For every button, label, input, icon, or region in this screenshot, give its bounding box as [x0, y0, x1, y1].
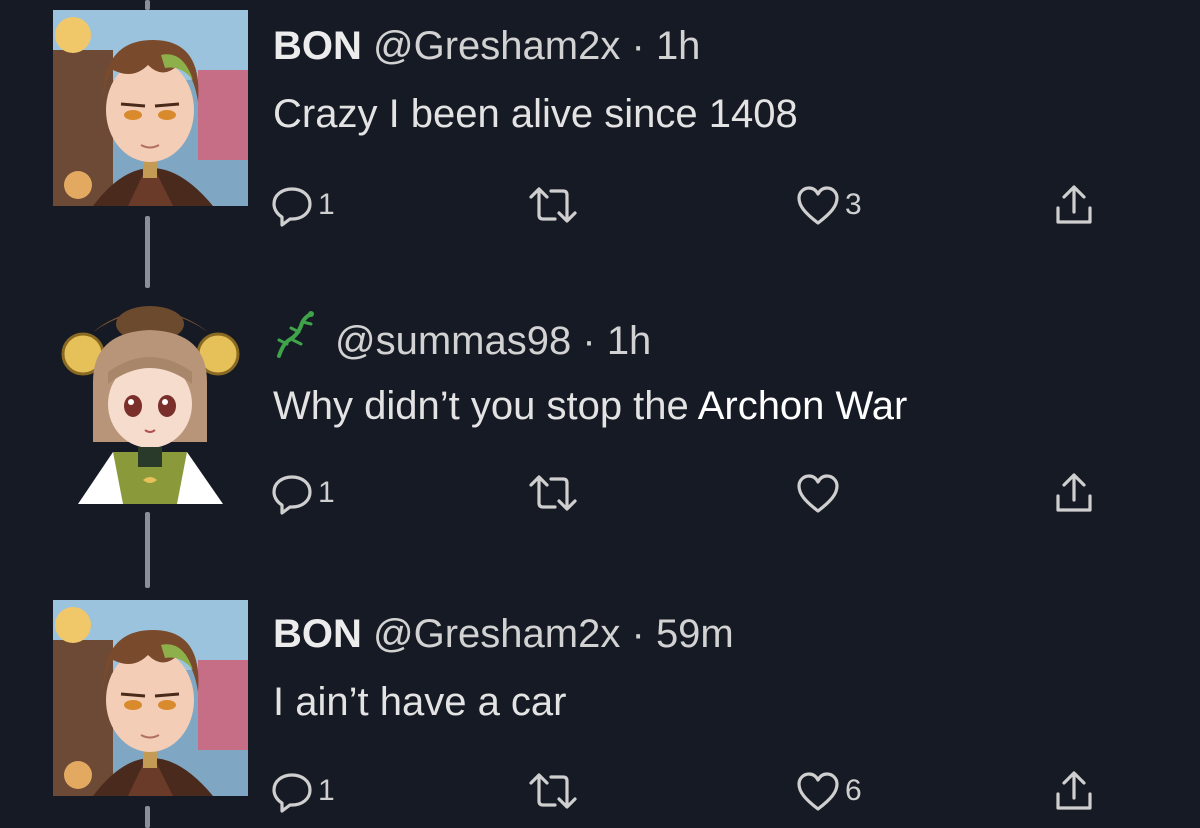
share-button[interactable]: [1052, 180, 1096, 230]
heart-icon: [795, 769, 841, 813]
action-bar: 1 6: [270, 766, 1150, 816]
share-button[interactable]: [1052, 468, 1096, 518]
retweet-icon: [525, 769, 581, 813]
retweet-button[interactable]: [525, 180, 585, 230]
like-count: 3: [845, 188, 862, 221]
handle[interactable]: @summas98: [335, 319, 571, 363]
retweet-icon: [525, 183, 581, 227]
avatar-bon[interactable]: [53, 600, 248, 796]
reply-count: 1: [318, 774, 335, 807]
share-icon: [1052, 470, 1096, 516]
tweet-header: BON @Gresham2x · 59m: [273, 610, 734, 658]
tweet: @summas98 · 1h Why didn’t you stop the A…: [0, 280, 1200, 530]
tweet-text: Why didn’t you stop the Archon War: [273, 382, 907, 430]
avatar-bon[interactable]: [53, 10, 248, 206]
display-name[interactable]: BON: [273, 24, 362, 68]
share-button[interactable]: [1052, 766, 1096, 816]
timestamp[interactable]: 1h: [607, 319, 652, 363]
like-button[interactable]: 6: [795, 766, 862, 816]
separator-dot: ·: [582, 319, 596, 363]
separator-dot: ·: [631, 24, 645, 68]
tweet-header: @summas98 · 1h: [273, 310, 651, 371]
action-bar: 1 3: [270, 180, 1150, 230]
like-count: 6: [845, 774, 862, 807]
handle[interactable]: @Gresham2x: [373, 612, 620, 656]
share-icon: [1052, 768, 1096, 814]
reply-icon: [270, 183, 314, 227]
like-button[interactable]: 3: [795, 180, 862, 230]
display-name[interactable]: BON: [273, 612, 362, 656]
reply-button[interactable]: 1: [270, 468, 335, 518]
retweet-icon: [525, 471, 581, 515]
separator-dot: ·: [631, 612, 645, 656]
reply-icon: [270, 471, 314, 515]
retweet-button[interactable]: [525, 766, 585, 816]
share-icon: [1052, 182, 1096, 228]
tweet-text-original: Why didn’t you stop the: [273, 384, 698, 428]
tweet-text: Crazy I been alive since 1408: [273, 92, 798, 136]
avatar-summas[interactable]: [53, 292, 248, 504]
timestamp[interactable]: 1h: [656, 24, 701, 68]
heart-icon: [795, 471, 841, 515]
action-bar: 1: [270, 468, 1150, 518]
heart-icon: [795, 183, 841, 227]
like-button[interactable]: [795, 468, 845, 518]
tweet-text: I ain’t have a car: [273, 680, 567, 724]
timestamp[interactable]: 59m: [656, 612, 734, 656]
reply-button[interactable]: 1: [270, 766, 335, 816]
reply-count: 1: [318, 188, 335, 221]
reply-button[interactable]: 1: [270, 180, 335, 230]
retweet-button[interactable]: [525, 468, 585, 518]
lizard-icon: [273, 310, 317, 371]
reply-icon: [270, 769, 314, 813]
reply-count: 1: [318, 476, 335, 509]
tweet-header: BON @Gresham2x · 1h: [273, 22, 700, 70]
handle[interactable]: @Gresham2x: [373, 24, 620, 68]
tweet: BON @Gresham2x · 59m I ain’t have a car …: [0, 590, 1200, 828]
tweet: BON @Gresham2x · 1h Crazy I been alive s…: [0, 0, 1200, 260]
tweet-text-overlay: Archon War: [697, 384, 908, 428]
